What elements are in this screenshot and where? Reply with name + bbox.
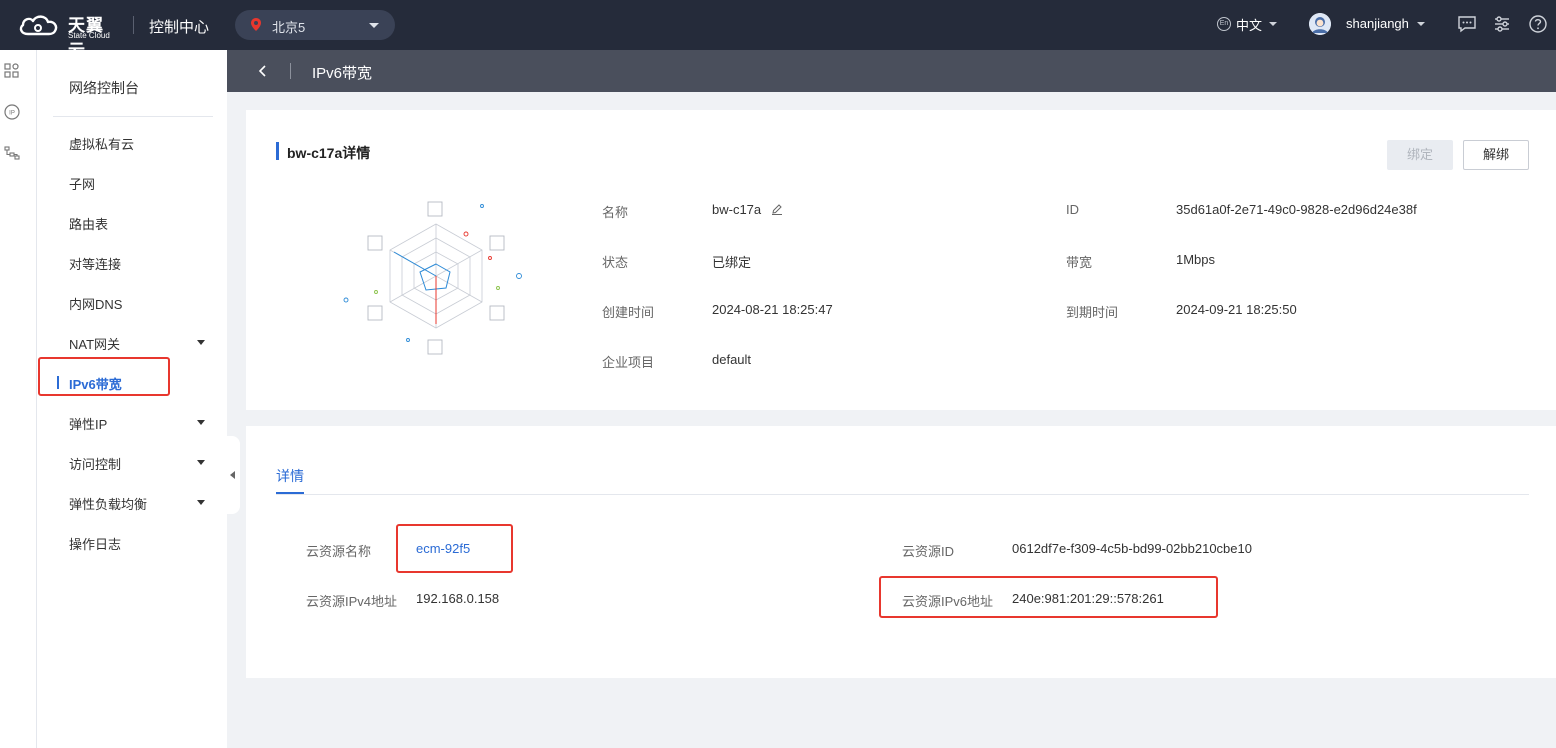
sidebar-item-nat-gateway[interactable]: NAT网关 — [69, 334, 209, 354]
sidebar-collapse-toggle[interactable] — [226, 436, 240, 514]
divider — [53, 116, 213, 117]
detail-heading: bw-c17a详情 — [287, 145, 371, 161]
console-title[interactable]: 控制中心 — [149, 16, 209, 37]
help-icon[interactable] — [1528, 14, 1548, 34]
divider — [290, 63, 291, 79]
sidebar-item-load-balancer[interactable]: 弹性负载均衡 — [69, 494, 209, 514]
location-pin-icon — [251, 18, 261, 31]
icon-rail: IP — [0, 50, 37, 748]
chevron-down-icon — [197, 500, 205, 505]
expire-time-value: 2024-09-21 18:25:50 — [1176, 302, 1297, 317]
settings-sliders-icon[interactable] — [1492, 14, 1512, 34]
region-selector[interactable]: 北京5 — [235, 10, 395, 40]
chevron-down-icon — [197, 340, 205, 345]
chevron-down-icon — [1269, 22, 1277, 26]
sidebar-item-label: 内网DNS — [69, 297, 123, 312]
resource-id-value: 0612df7e-f309-4c5b-bd99-02bb210cbe10 — [1012, 541, 1252, 556]
name-label: 名称 — [602, 205, 629, 220]
sidebar-item-label: 访问控制 — [69, 457, 122, 472]
bandwidth-value: 1Mbps — [1176, 252, 1216, 267]
chevron-down-icon — [369, 23, 379, 28]
created-time-label: 创建时间 — [602, 305, 655, 320]
chevron-left-icon — [230, 471, 235, 479]
cloud-logo-icon — [19, 15, 58, 36]
language-icon: En — [1217, 17, 1231, 31]
resource-ipv6-value: 240e:981:201:29::578:261 — [1012, 591, 1164, 606]
network-topology-icon[interactable] — [4, 145, 20, 161]
divider — [133, 16, 134, 34]
sidebar-item-subnet[interactable]: 子网 — [69, 174, 209, 194]
chevron-down-icon — [197, 460, 205, 465]
sidebar-item-label: 弹性负载均衡 — [69, 497, 148, 512]
chevron-down-icon — [1417, 22, 1425, 26]
sidebar: 网络控制台 虚拟私有云 子网 路由表 对等连接 内网DNS NAT网关 IPv6… — [37, 50, 227, 748]
enterprise-project-value: default — [712, 352, 752, 367]
sidebar-item-label: IPv6带宽 — [69, 377, 122, 392]
sidebar-item-label: 弹性IP — [69, 417, 108, 432]
status-value: 已绑定 — [712, 255, 752, 270]
active-indicator — [57, 376, 59, 389]
enterprise-project-label: 企业项目 — [602, 355, 655, 370]
sidebar-item-private-dns[interactable]: 内网DNS — [69, 294, 209, 314]
brand-name-en: State Cloud — [68, 31, 110, 40]
bind-button[interactable]: 绑定 — [1387, 140, 1453, 170]
sidebar-item-route-table[interactable]: 路由表 — [69, 214, 209, 234]
unbind-button[interactable]: 解绑 — [1463, 140, 1529, 170]
user-avatar-icon — [1309, 13, 1331, 35]
resource-id-label: 云资源ID — [902, 544, 955, 559]
heading-accent — [276, 142, 279, 160]
resource-ipv4-label: 云资源IPv4地址 — [306, 594, 398, 609]
resource-ipv4-value: 192.168.0.158 — [416, 591, 500, 606]
resource-name-link[interactable]: ecm-92f5 — [416, 541, 470, 556]
sidebar-item-label: 操作日志 — [69, 537, 122, 552]
tab-details[interactable]: 详情 — [276, 466, 304, 486]
back-arrow-icon[interactable] — [257, 63, 269, 79]
status-label: 状态 — [602, 255, 629, 270]
divider — [276, 494, 1529, 495]
created-time-value: 2024-08-21 18:25:47 — [712, 302, 833, 317]
avatar — [1309, 13, 1331, 35]
sidebar-item-peering[interactable]: 对等连接 — [69, 254, 209, 274]
top-navbar: 天翼云 State Cloud 控制中心 北京5 En 中文 shanjiang… — [0, 0, 1556, 60]
resource-card: 详情 云资源名称 ecm-92f5 云资源ID 0612df7e-f309-4c… — [246, 426, 1556, 678]
username: shanjiangh — [1346, 16, 1409, 31]
id-label: ID — [1066, 202, 1079, 217]
page-title: IPv6带宽 — [312, 65, 373, 82]
sidebar-title: 网络控制台 — [69, 80, 139, 96]
bandwidth-label: 带宽 — [1066, 255, 1093, 270]
page-header: IPv6带宽 — [227, 50, 1556, 92]
message-icon[interactable] — [1457, 14, 1477, 34]
ip-icon[interactable]: IP — [4, 104, 20, 120]
sidebar-item-elastic-ip[interactable]: 弹性IP — [69, 414, 209, 434]
sidebar-item-ipv6-bandwidth[interactable]: IPv6带宽 — [69, 374, 209, 394]
sidebar-item-label: 对等连接 — [69, 257, 122, 272]
expire-time-label: 到期时间 — [1066, 305, 1119, 320]
chevron-down-icon — [197, 420, 205, 425]
sidebar-item-label: 子网 — [69, 177, 96, 192]
sidebar-item-operation-log[interactable]: 操作日志 — [69, 534, 209, 554]
id-value: 35d61a0f-2e71-49c0-9828-e2d96d24e38f — [1176, 202, 1417, 217]
bandwidth-illustration-icon — [343, 201, 522, 355]
sidebar-item-label: NAT网关 — [69, 337, 121, 352]
name-value: bw-c17a — [712, 202, 762, 217]
svg-text:IP: IP — [9, 111, 15, 117]
sidebar-item-label: 路由表 — [69, 217, 109, 232]
sidebar-item-vpc[interactable]: 虚拟私有云 — [69, 134, 209, 154]
sidebar-item-label: 虚拟私有云 — [69, 137, 135, 152]
detail-card: bw-c17a详情 绑定 解绑 名称 bw-c17a ID 35d61a0f-2… — [246, 110, 1556, 410]
language-label: 中文 — [1236, 18, 1263, 33]
resource-ipv6-label: 云资源IPv6地址 — [902, 594, 994, 609]
sidebar-item-access-control[interactable]: 访问控制 — [69, 454, 209, 474]
edit-pencil-icon[interactable] — [771, 203, 783, 215]
resource-name-label: 云资源名称 — [306, 544, 372, 559]
brand-logo[interactable]: 天翼云 State Cloud — [18, 10, 118, 60]
apps-grid-icon[interactable] — [4, 63, 20, 79]
region-label: 北京5 — [272, 20, 306, 35]
